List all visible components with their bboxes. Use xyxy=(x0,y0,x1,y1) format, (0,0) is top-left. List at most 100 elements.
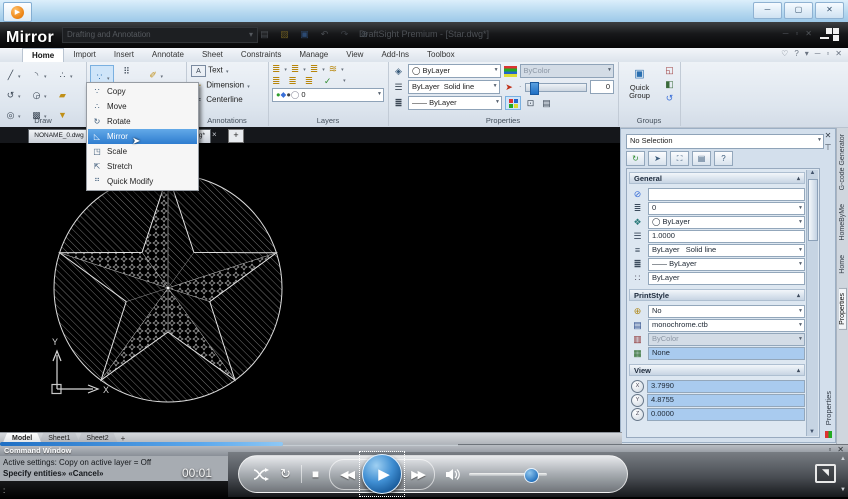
favorite-icon[interactable]: ♡ xyxy=(781,49,788,58)
lineweight-field[interactable]: —— ByLayer▼ xyxy=(648,258,805,271)
speaker-icon[interactable] xyxy=(445,468,461,481)
scroll-down-icon[interactable]: ▼ xyxy=(840,487,846,493)
group-add-icon[interactable]: ◧ xyxy=(663,78,676,90)
tab-home[interactable]: Home xyxy=(22,48,64,62)
new-file-icon[interactable]: ▤ xyxy=(258,28,271,40)
linetype-scale-field[interactable]: 1.0000 xyxy=(648,230,805,243)
collapse-icon[interactable]: ▴ xyxy=(797,292,800,299)
tab-sheet[interactable]: Sheet xyxy=(193,48,232,62)
video-progress-bar[interactable] xyxy=(0,442,283,446)
plotstyle-field[interactable]: ByLayer xyxy=(648,272,805,285)
collapse-icon[interactable]: ▴ xyxy=(797,175,800,182)
dimension-tool[interactable]: Dimension xyxy=(206,81,244,90)
text-tool[interactable]: Text xyxy=(208,66,223,75)
linestyle-combo[interactable]: ByLayer Solid line▼ xyxy=(408,80,500,94)
view-z-field[interactable]: 0.0000 xyxy=(647,408,805,421)
palette-close-icon[interactable]: ✕ xyxy=(825,131,832,140)
palette-pin-icon[interactable]: ⊤ xyxy=(825,143,832,152)
scroll-down-icon[interactable]: ▼ xyxy=(809,429,815,435)
save-icon[interactable]: ▣ xyxy=(298,28,311,40)
menu-item-move[interactable]: ∴Move xyxy=(88,99,197,114)
match-properties-icon[interactable] xyxy=(505,96,521,110)
layer-properties-icon[interactable]: ≣ xyxy=(272,64,280,75)
collapse-icon[interactable]: ▴ xyxy=(797,367,800,374)
ellipse-icon[interactable]: ↺ xyxy=(4,90,17,102)
tab-add-ins[interactable]: Add-Ins xyxy=(372,48,418,62)
scroll-thumb[interactable] xyxy=(808,179,818,241)
group-explode-icon[interactable]: ↺ xyxy=(663,92,676,104)
layer-new-icon[interactable]: ≣ xyxy=(291,64,299,75)
eraser-icon[interactable]: ✐ xyxy=(147,70,160,82)
tab-toolbox[interactable]: Toolbox xyxy=(418,48,464,62)
slider-thumb[interactable] xyxy=(530,82,539,95)
select-window-icon[interactable]: ⛶ xyxy=(670,151,689,166)
linecolor-combo[interactable]: ◯ ByLayer▼ xyxy=(408,64,501,78)
arc-icon[interactable]: ◝ xyxy=(30,70,43,82)
point-icon[interactable]: ∴ xyxy=(56,70,69,82)
chevron-down-icon[interactable]: ▾ xyxy=(805,49,809,58)
doc-tab-add-button[interactable]: + xyxy=(228,129,244,143)
view-x-field[interactable]: 3.7990 xyxy=(647,380,805,393)
print-field[interactable]: No▼ xyxy=(648,305,805,318)
scroll-up-icon[interactable]: ▲ xyxy=(840,456,846,462)
quick-group-icon[interactable]: ▣ xyxy=(633,68,646,80)
volume-knob[interactable] xyxy=(524,468,539,483)
tab-manage[interactable]: Manage xyxy=(290,48,337,62)
section-general[interactable]: General▴ xyxy=(629,172,805,184)
solid-icon[interactable]: ▰ xyxy=(56,90,69,102)
app-minimize-icon[interactable]: ─ xyxy=(783,29,789,38)
layer-tools-icon[interactable]: ≋ xyxy=(329,64,337,75)
video-progress-track[interactable] xyxy=(283,444,458,446)
side-tab-properties[interactable]: Properties xyxy=(839,288,847,330)
section-printstyle[interactable]: PrintStyle▴ xyxy=(629,289,805,301)
palette-scrollbar[interactable]: ▲▼ xyxy=(806,170,818,436)
print-icon[interactable]: ⊜ xyxy=(358,28,371,40)
pattern-icon[interactable]: ⠿ xyxy=(120,65,133,77)
menu-item-rotate[interactable]: ↻Rotate xyxy=(88,114,197,129)
tab-import[interactable]: Import xyxy=(64,48,105,62)
tab-constraints[interactable]: Constraints xyxy=(232,48,290,62)
menu-item-quick-modify[interactable]: ⠛Quick Modify xyxy=(88,174,197,189)
ribbon-close-icon[interactable]: ✕ xyxy=(835,49,842,58)
layer-freeze-icon[interactable]: ≣ xyxy=(272,76,280,87)
layer-combo[interactable]: ●◆●◯ 0▼ xyxy=(272,88,384,102)
stop-button[interactable]: ■ xyxy=(312,467,319,481)
palette-help-icon[interactable]: ? xyxy=(714,151,733,166)
minimize-button[interactable]: ─ xyxy=(753,2,782,19)
app-restore-icon[interactable]: ▫ xyxy=(795,29,798,38)
lineweight-combo[interactable]: —— ByLayer▼ xyxy=(408,96,502,110)
section-view[interactable]: View▴ xyxy=(629,364,805,376)
spline-icon[interactable]: ◶ xyxy=(30,90,43,102)
doc-tab-close-icon[interactable]: × xyxy=(212,130,217,139)
hatchcolor-combo[interactable]: ByColor▼ xyxy=(520,64,614,78)
volume-slider[interactable] xyxy=(469,473,547,476)
quick-group-label[interactable]: Quick Group xyxy=(622,84,657,100)
menu-item-stretch[interactable]: ⇱Stretch xyxy=(88,159,197,174)
ribbon-restore-icon[interactable]: ▫ xyxy=(826,49,829,58)
print-style-field[interactable]: None xyxy=(648,347,805,360)
group-edit-icon[interactable]: ◱ xyxy=(663,64,676,76)
layer-lock-icon[interactable]: ≣ xyxy=(305,76,313,87)
line-icon[interactable]: ╱ xyxy=(4,70,17,82)
selection-combo[interactable]: No Selection▼ xyxy=(626,134,824,149)
redo-icon[interactable]: ↷ xyxy=(338,28,351,40)
ribbon-minimize-icon[interactable]: ─ xyxy=(815,49,821,58)
maximize-button[interactable]: ▢ xyxy=(784,2,813,19)
rewind-button[interactable]: ◀◀ xyxy=(340,468,353,481)
fullscreen-button[interactable]: ◥ xyxy=(815,464,836,483)
tab-view[interactable]: View xyxy=(337,48,372,62)
side-tab-home[interactable]: Home xyxy=(839,255,846,274)
linetype-field[interactable]: ByLayer Solid line▼ xyxy=(648,244,805,257)
undo-icon[interactable]: ↶ xyxy=(318,28,331,40)
video-overlay-grid-icon[interactable] xyxy=(820,28,840,43)
workspace-selector[interactable]: Drafting and Annotation▾ xyxy=(62,27,258,43)
fast-forward-button[interactable]: ▶▶ xyxy=(411,468,424,481)
play-button[interactable]: ▶ xyxy=(362,454,402,494)
print-table-field[interactable]: monochrome.ctb▼ xyxy=(648,319,805,332)
side-tab-gcode[interactable]: G-code Generator xyxy=(839,134,846,190)
layer-state-icon[interactable]: ≣ xyxy=(310,64,318,75)
hyperlink-field[interactable] xyxy=(648,188,805,201)
doc-tab-noname[interactable]: NONAME_0.dwg xyxy=(28,129,90,144)
transparency-value[interactable]: 0 xyxy=(590,80,614,94)
close-button[interactable]: ✕ xyxy=(815,2,844,19)
